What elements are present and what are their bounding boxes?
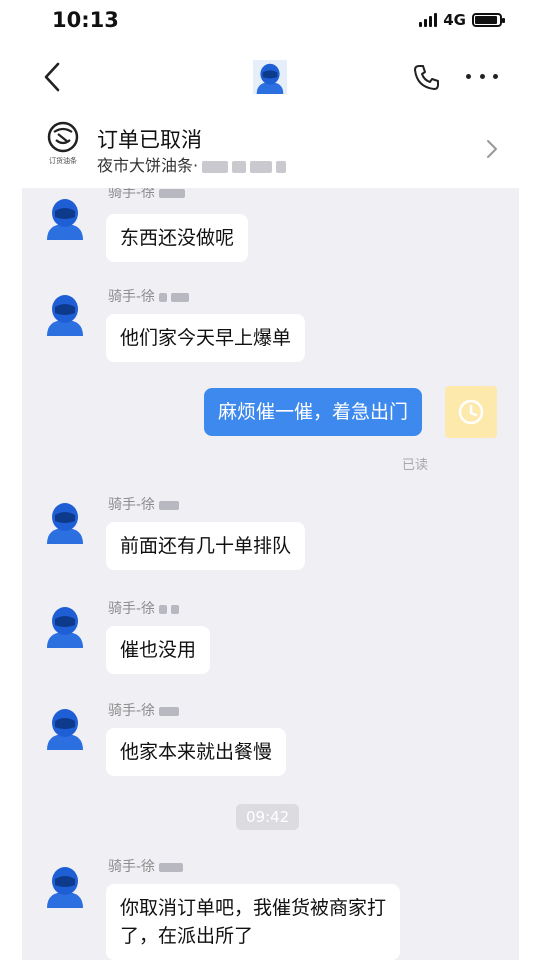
battery-fill [475,16,498,24]
status-icons: 4G [419,10,505,30]
sender-name: 骑手-徐 [108,598,180,618]
message-bubble[interactable]: 他家本来就出餐慢 [106,728,287,776]
my-message-bubble[interactable]: 麻烦催一催，着急出门 [204,388,423,436]
message-bubble[interactable]: 东西还没做呢 [106,214,249,262]
signal-icon [419,13,438,27]
rider-avatar-icon[interactable] [42,602,88,648]
redacted-block [276,160,287,173]
sender-name: 骑手-徐 [108,700,180,720]
sender-name: 骑手-徐 [108,856,184,876]
rider-avatar-icon[interactable] [253,60,287,94]
message-bubble[interactable]: 你取消订单吧，我催货被商家打 了，在派出所了 [106,884,401,960]
message-line: 了，在派出所了 [120,925,254,947]
chevron-right-icon [487,140,497,158]
message-line: 你取消订单吧，我催货被商家打 [120,897,387,919]
network-label: 4G [443,11,466,29]
status-bar: 10:13 4G [0,0,540,42]
redacted-block [232,160,247,173]
rider-avatar-icon[interactable] [42,704,88,750]
battery-icon [472,13,505,27]
message-bubble[interactable]: 催也没用 [106,626,211,674]
rider-avatar-icon[interactable] [42,862,88,908]
status-time: 10:13 [52,8,119,32]
message-bubble[interactable]: 他们家今天早上爆单 [106,314,306,362]
shop-logo-text: 订货油条 [49,156,77,165]
phone-icon[interactable] [412,62,442,92]
more-dots-icon[interactable] [466,68,498,84]
sender-name: 骑手-徐 [108,286,190,306]
rider-avatar-icon[interactable] [42,194,88,240]
sender-name: 骑手-徐 [108,494,180,514]
rider-avatar-icon[interactable] [42,498,88,544]
read-receipt: 已读 [402,458,429,473]
nav-bar [0,42,540,112]
message-bubble[interactable]: 前面还有几十单排队 [106,522,306,570]
chevron-left-icon[interactable] [38,60,68,94]
timestamp-pill: 09:42 [236,804,300,830]
my-avatar[interactable] [445,386,497,438]
rider-avatar-icon[interactable] [42,290,88,336]
redacted-block [250,160,273,173]
redacted-block [202,160,229,173]
sender-name: 骑手-徐 [108,188,186,202]
chat-area[interactable]: 骑手-徐 东西还没做呢 骑手-徐 他们家今天早上爆单 麻烦催一催，着急出门 已读… [22,188,519,960]
order-status-title: 订单已取消 [97,128,202,152]
order-shop-name: 夜市大饼油条· [97,152,287,176]
order-card[interactable]: 订货油条 订单已取消 夜市大饼油条· [0,112,540,188]
shop-logo-icon: 订货油条 [47,121,79,165]
user-avatar-icon [458,399,484,425]
shop-name-text: 夜市大饼油条· [97,156,199,175]
